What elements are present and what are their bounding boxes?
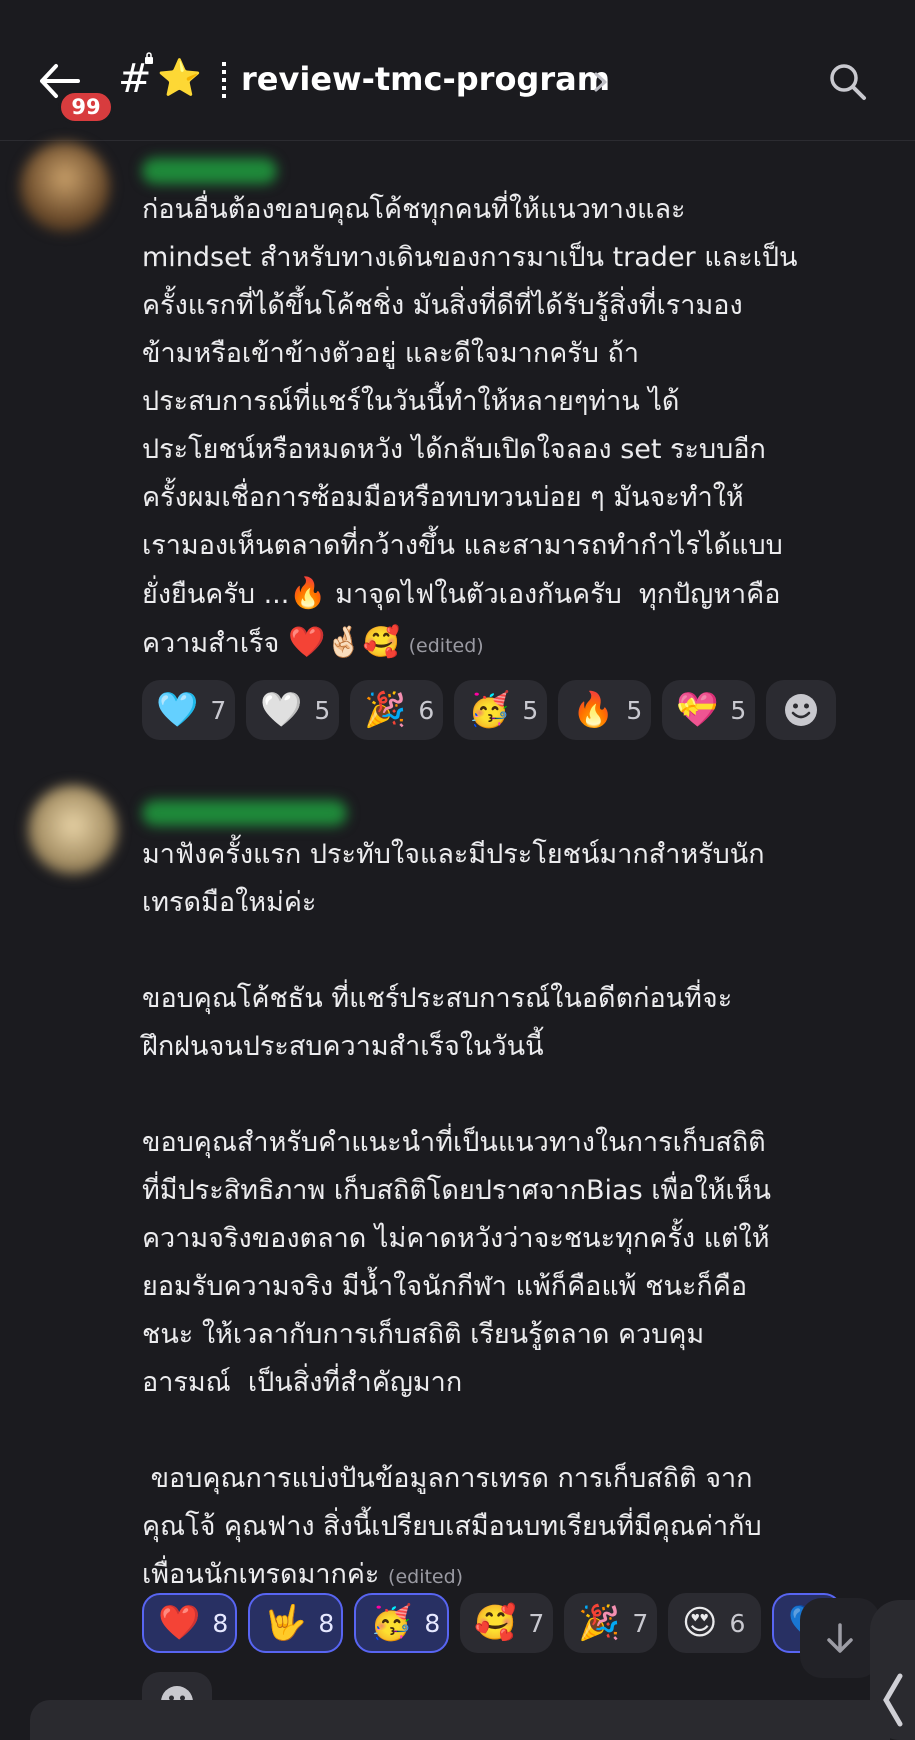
reaction-emoji: ❤️	[158, 1603, 201, 1643]
reaction-row: 🩵 7 🤍 5 🎉 6 🥳 5 🔥 5 💝 5	[142, 680, 836, 740]
smiley-icon	[785, 694, 817, 726]
reaction-count: 8	[212, 1608, 229, 1638]
reaction-emoji: 🎉	[578, 1603, 621, 1643]
reaction-emoji: 🥰	[474, 1603, 517, 1643]
unread-badge: 99	[58, 90, 114, 124]
reaction-pill[interactable]: 🩵 7	[142, 680, 235, 740]
reaction-count: 7	[210, 695, 227, 725]
avatar[interactable]	[20, 142, 110, 232]
reaction-count: 5	[522, 695, 539, 725]
lock-icon	[145, 52, 153, 64]
reaction-row: ❤️ 8 🤟 8 🥳 8 🥰 7 🎉 7 😍 6 💙	[142, 1593, 842, 1653]
add-reaction-button[interactable]	[766, 680, 836, 740]
channel-separator	[222, 62, 226, 98]
message-content: ก่อนอื่นต้องขอบคุณโค้ชทุกคนที่ให้แนวทางแ…	[142, 186, 902, 670]
reaction-pill[interactable]: 🥰 7	[460, 1593, 553, 1653]
reaction-count: 5	[730, 695, 747, 725]
reaction-pill[interactable]: ❤️ 8	[142, 1593, 237, 1653]
reaction-pill[interactable]: 🔥 5	[558, 680, 651, 740]
reaction-pill[interactable]: 🎉 7	[564, 1593, 657, 1653]
reaction-pill[interactable]: 🤟 8	[248, 1593, 343, 1653]
arrow-down-icon	[827, 1623, 853, 1653]
reaction-count: 6	[729, 1608, 746, 1638]
reaction-count: 7	[528, 1608, 545, 1638]
message-composer[interactable]	[30, 1700, 890, 1740]
reaction-emoji: 😍	[682, 1603, 718, 1643]
reaction-emoji: 🔥	[572, 690, 615, 730]
reaction-emoji: 🥳	[468, 690, 511, 730]
reaction-count: 8	[318, 1608, 335, 1638]
reaction-emoji: 💝	[676, 690, 719, 730]
reaction-emoji: 🤍	[260, 690, 303, 730]
username-blurred[interactable]	[142, 800, 347, 826]
reaction-pill[interactable]: 🥳 8	[354, 1593, 449, 1653]
fire-emoji: 🔥	[289, 576, 327, 611]
reaction-emoji: 🎉	[364, 690, 407, 730]
reaction-emoji: 🥳	[370, 1603, 413, 1643]
message-text: มาฟังครั้งแรก ประทับใจและมีประโยชน์มากสำ…	[142, 839, 771, 1590]
reaction-pill[interactable]: 🎉 6	[350, 680, 443, 740]
reaction-emoji: 🩵	[156, 690, 199, 730]
reaction-count: 6	[418, 695, 435, 725]
avatar[interactable]	[28, 785, 118, 875]
reaction-emoji: 🤟	[264, 1603, 307, 1643]
message-emojis: ❤️🤞🏻🥰	[287, 625, 401, 660]
reaction-count: 7	[632, 1608, 649, 1638]
message-content: มาฟังครั้งแรก ประทับใจและมีประโยชน์มากสำ…	[142, 831, 902, 1601]
reaction-pill[interactable]: 😍 6	[668, 1593, 761, 1653]
edited-label: (edited)	[388, 1566, 464, 1588]
scroll-to-bottom-button[interactable]	[800, 1598, 880, 1678]
reaction-count: 5	[314, 695, 331, 725]
username-blurred[interactable]	[142, 158, 277, 184]
reaction-count: 8	[424, 1608, 441, 1638]
reaction-count: 5	[626, 695, 643, 725]
search-icon[interactable]	[828, 62, 868, 102]
reaction-pill[interactable]: 🥳 5	[454, 680, 547, 740]
reaction-pill[interactable]: 🤍 5	[246, 680, 339, 740]
chevron-right-icon[interactable]	[593, 71, 609, 93]
reaction-pill[interactable]: 💝 5	[662, 680, 755, 740]
message-text: ก่อนอื่นต้องขอบคุณโค้ชทุกคนที่ให้แนวทางแ…	[142, 194, 798, 610]
edited-label: (edited)	[408, 635, 484, 657]
channel-header: 99 # ⭐ review-tmc-program	[0, 0, 915, 141]
channel-star-emoji: ⭐	[157, 58, 202, 99]
channel-title[interactable]: review-tmc-program	[241, 60, 610, 98]
